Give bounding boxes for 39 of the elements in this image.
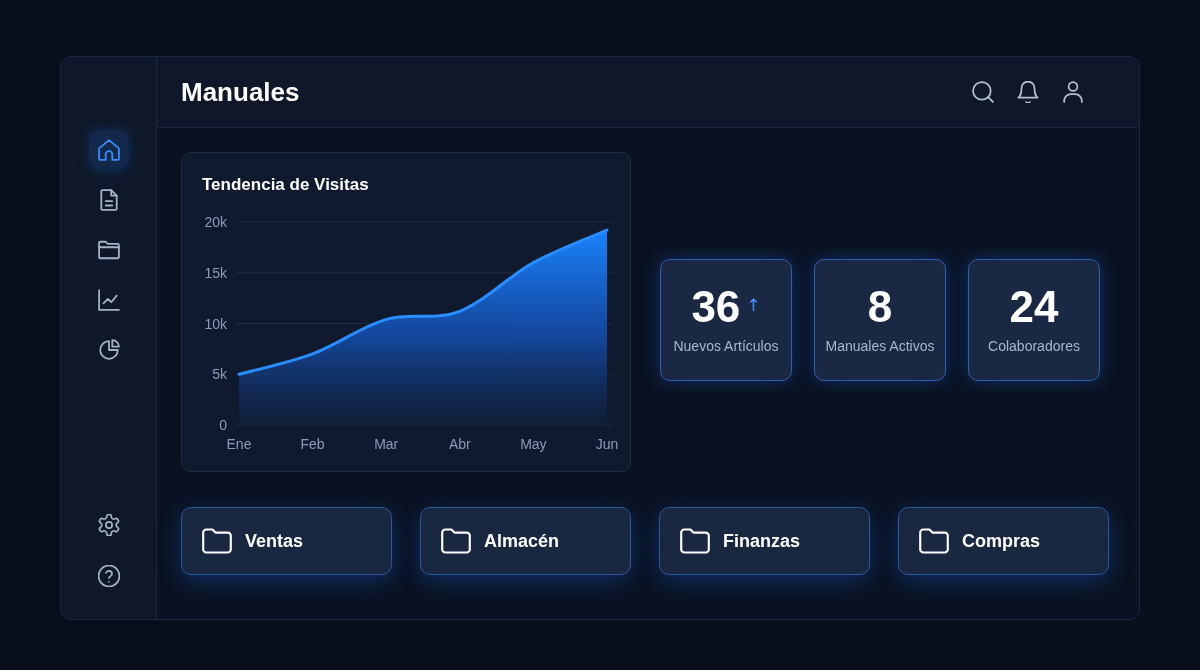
bell-icon[interactable] bbox=[1017, 81, 1039, 103]
folder-button[interactable]: Ventas bbox=[181, 507, 392, 575]
axis-label: 15k bbox=[204, 264, 227, 281]
axis-label: 5k bbox=[212, 366, 227, 383]
sidebar-item[interactable] bbox=[89, 131, 128, 169]
folder-button[interactable]: Compras bbox=[898, 507, 1109, 575]
folder-icon bbox=[441, 528, 471, 554]
folder-button[interactable]: Almacén bbox=[420, 507, 631, 575]
folder-icon bbox=[919, 528, 949, 554]
folder-icon bbox=[202, 528, 232, 554]
stat-label: Nuevos Artículos bbox=[673, 338, 779, 355]
axis-label: Jun bbox=[595, 436, 619, 452]
home-icon bbox=[97, 139, 120, 161]
folder-icon bbox=[97, 239, 120, 261]
stat-value: 36 bbox=[691, 285, 741, 329]
axis-label: Ene bbox=[226, 436, 252, 452]
line-chart-icon bbox=[97, 289, 120, 311]
stat-value: 24 bbox=[1009, 285, 1059, 329]
search-icon[interactable] bbox=[972, 81, 994, 103]
trend-indicator: ↑ bbox=[746, 296, 761, 314]
document-icon bbox=[97, 189, 120, 211]
axis-label: 10k bbox=[204, 315, 227, 332]
settings-icon[interactable] bbox=[97, 514, 120, 536]
folder-button[interactable]: Finanzas bbox=[659, 507, 870, 575]
pie-chart-icon bbox=[97, 339, 120, 361]
stat-value: 8 bbox=[867, 285, 893, 329]
chart-title: Tendencia de Visitas bbox=[202, 174, 369, 196]
axis-label: Feb bbox=[300, 436, 325, 452]
axis-label: Abr bbox=[448, 436, 471, 452]
axis-label: May bbox=[520, 436, 547, 452]
folder-icon bbox=[680, 528, 710, 554]
stat-label: Colaboradores bbox=[988, 338, 1080, 355]
stat-label: Manuales Activos bbox=[825, 338, 935, 355]
axis-label: Mar bbox=[374, 436, 399, 452]
help-icon[interactable] bbox=[97, 565, 120, 587]
page-title: Manuales bbox=[181, 76, 300, 108]
axis-label: 20k bbox=[204, 214, 227, 230]
axis-label: 0 bbox=[219, 417, 227, 433]
user-icon[interactable] bbox=[1062, 81, 1084, 103]
